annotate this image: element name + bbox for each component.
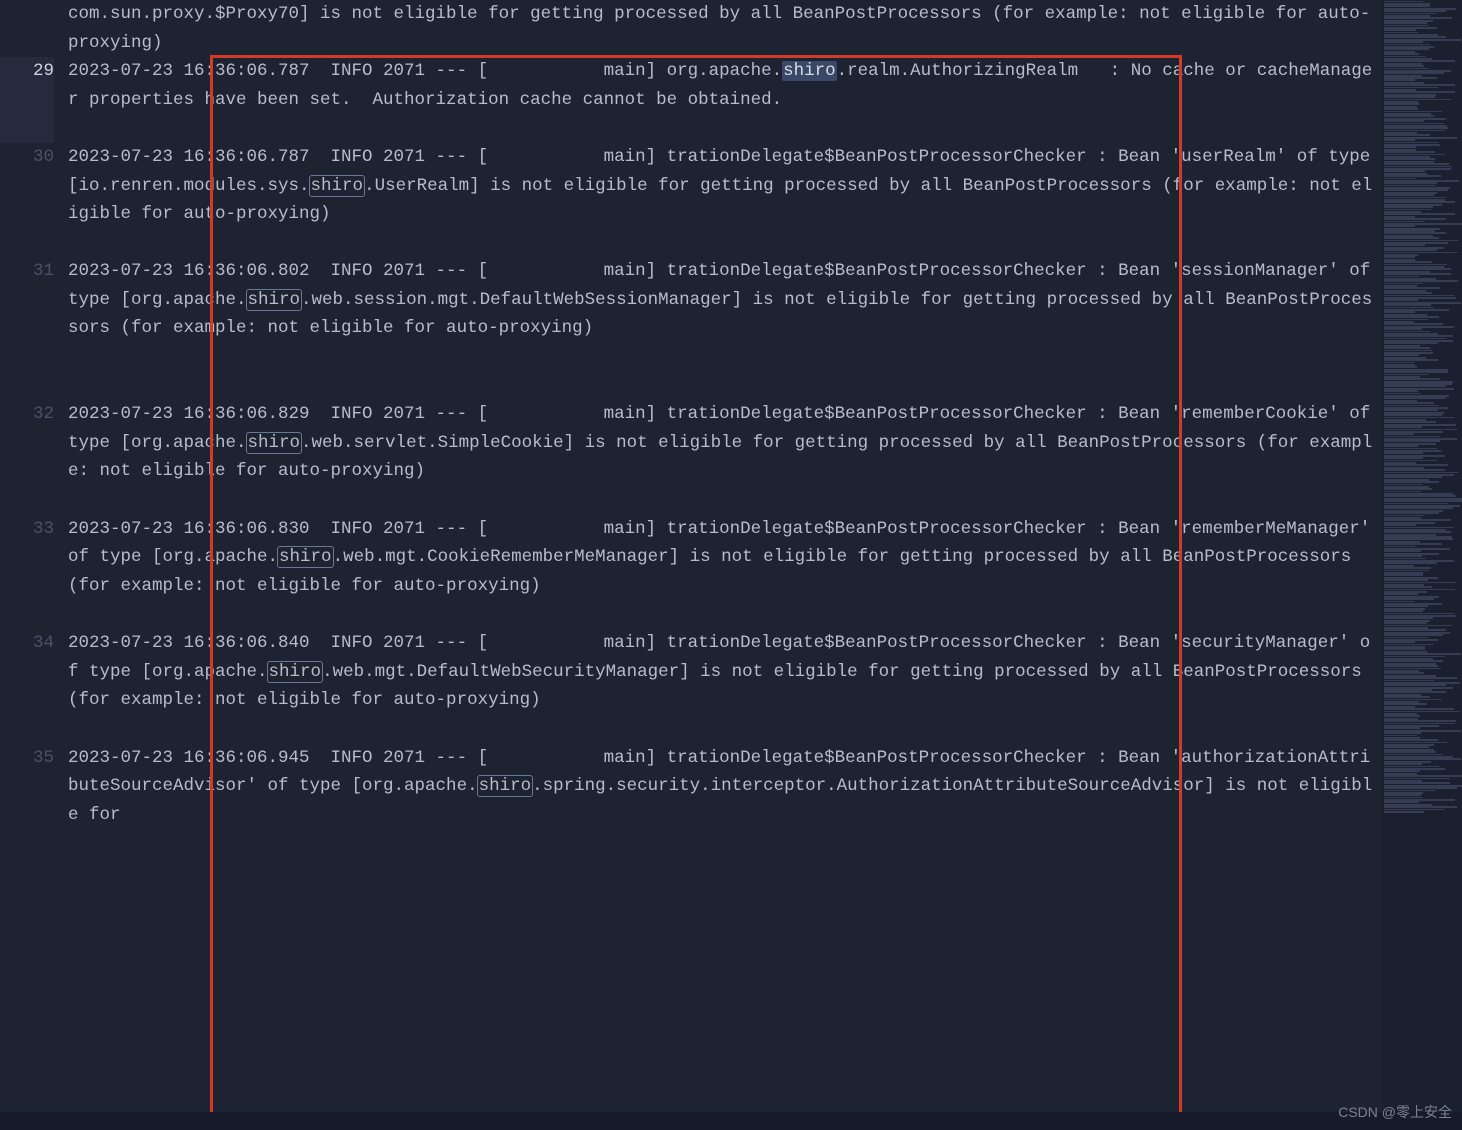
status-bar xyxy=(0,1112,1462,1130)
minimap[interactable] xyxy=(1382,0,1462,1130)
line-number[interactable] xyxy=(0,0,54,57)
line-number-gutter[interactable]: 29303132333435 xyxy=(0,0,68,1130)
search-match: shiro xyxy=(247,290,302,310)
log-text: com.sun.proxy.$Proxy70] is not eligible … xyxy=(68,4,1370,53)
log-text: 2023-07-23 16:36:06.787 INFO 2071 --- [ … xyxy=(68,61,782,81)
search-match: shiro xyxy=(278,547,333,567)
log-line[interactable]: 2023-07-23 16:36:06.829 INFO 2071 --- [ … xyxy=(68,400,1374,514)
line-number[interactable]: 34 xyxy=(0,629,54,743)
log-line[interactable]: com.sun.proxy.$Proxy70] is not eligible … xyxy=(68,0,1374,57)
line-number[interactable]: 31 xyxy=(0,257,54,400)
line-number[interactable]: 29 xyxy=(0,57,54,143)
search-selection: shiro xyxy=(782,61,837,81)
log-line[interactable]: 2023-07-23 16:36:06.787 INFO 2071 --- [ … xyxy=(68,57,1374,143)
line-number[interactable]: 32 xyxy=(0,400,54,514)
line-number[interactable]: 35 xyxy=(0,744,54,858)
log-line[interactable]: 2023-07-23 16:36:06.830 INFO 2071 --- [ … xyxy=(68,515,1374,629)
watermark-text: CSDN @零上安全 xyxy=(1338,1101,1452,1124)
search-match: shiro xyxy=(247,433,302,453)
editor: 29303132333435 com.sun.proxy.$Proxy70] i… xyxy=(0,0,1462,1130)
search-match: shiro xyxy=(268,662,323,682)
log-line[interactable]: 2023-07-23 16:36:06.840 INFO 2071 --- [ … xyxy=(68,629,1374,743)
line-number[interactable]: 30 xyxy=(0,143,54,257)
search-match: shiro xyxy=(478,776,533,796)
code-area[interactable]: com.sun.proxy.$Proxy70] is not eligible … xyxy=(68,0,1382,1130)
line-number[interactable]: 33 xyxy=(0,515,54,629)
log-line[interactable]: 2023-07-23 16:36:06.802 INFO 2071 --- [ … xyxy=(68,257,1374,400)
search-match: shiro xyxy=(310,176,365,196)
log-line[interactable]: 2023-07-23 16:36:06.787 INFO 2071 --- [ … xyxy=(68,143,1374,257)
log-line[interactable]: 2023-07-23 16:36:06.945 INFO 2071 --- [ … xyxy=(68,744,1374,858)
